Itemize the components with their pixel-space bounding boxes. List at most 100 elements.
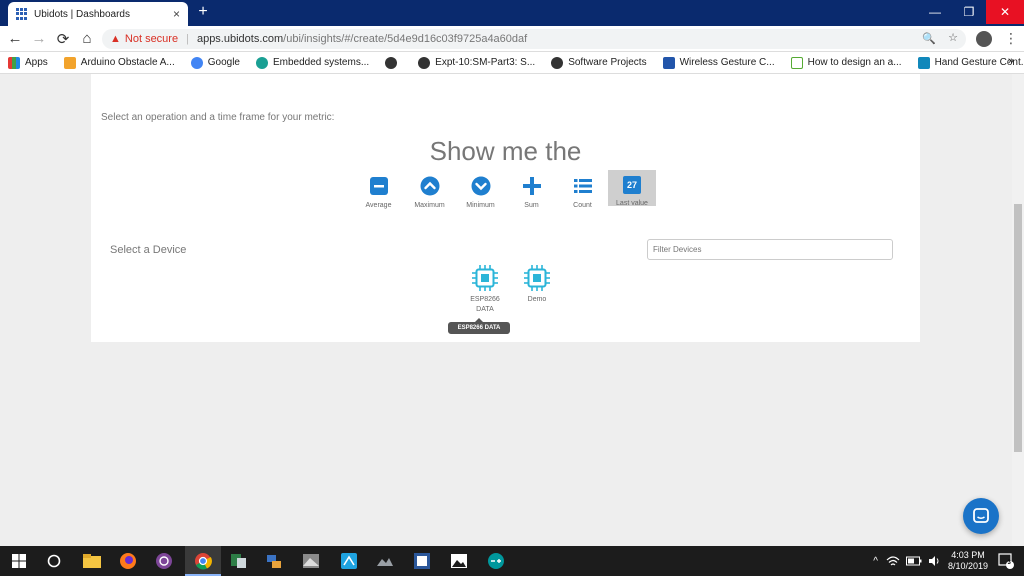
action-center-icon[interactable]: 3: [998, 553, 1014, 569]
page-title: Show me the: [429, 136, 582, 166]
bookmark-favicon-icon: [662, 56, 675, 69]
url-path: /ubi/insights/#/create/5d4e9d16c03f9725a…: [283, 33, 528, 45]
arduino-favicon-icon: [63, 56, 76, 69]
globe-icon: [385, 56, 398, 69]
operation-label: Last value: [616, 200, 648, 207]
last-value-icon: 27: [622, 176, 642, 194]
operation-average[interactable]: Average: [353, 170, 404, 209]
clock-time: 4:03 PM: [951, 550, 985, 560]
bookmark-item[interactable]: Embedded systems...: [256, 56, 370, 69]
home-button[interactable]: ⌂: [78, 30, 96, 47]
os-taskbar: ^ 4:03 PM 8/10/2019 3: [0, 546, 1024, 576]
bookmark-item[interactable]: Google: [190, 56, 240, 69]
operation-minimum[interactable]: Minimum: [455, 170, 506, 209]
forward-button[interactable]: →: [30, 30, 48, 47]
device-esp8266-data[interactable]: ESP8266 DATA: [459, 264, 511, 315]
back-button[interactable]: ←: [6, 30, 24, 47]
google-favicon-icon: [190, 56, 203, 69]
file-explorer-icon[interactable]: [83, 552, 101, 570]
firefox-icon[interactable]: [119, 552, 137, 570]
bookmark-label: Embedded systems...: [273, 57, 370, 68]
chrome-icon[interactable]: [194, 552, 212, 570]
window-controls: — ❐ ✕: [918, 0, 1024, 24]
url-text: apps.ubidots.com/ubi/insights/#/create/5…: [197, 33, 527, 45]
operation-selector: Average Maximum Minimum Sum Count 27 Las…: [353, 170, 656, 209]
tab-close-icon[interactable]: ×: [173, 7, 180, 21]
operation-label: Count: [573, 202, 592, 209]
apps-grid-icon: [8, 56, 20, 69]
url-host: apps.ubidots.com: [196, 33, 284, 45]
bookmark-label: How to design an a...: [807, 57, 902, 68]
operation-last-value[interactable]: 27 Last value: [608, 170, 656, 207]
select-device-label: Select a Device: [110, 244, 187, 256]
bookmarks-more-icon[interactable]: »: [1008, 55, 1014, 67]
restore-button[interactable]: ❐: [952, 0, 986, 24]
security-label[interactable]: Not secure: [125, 33, 178, 45]
filter-devices-input[interactable]: [647, 239, 893, 260]
operation-label: Maximum: [414, 202, 445, 209]
bookmark-item[interactable]: Wireless Gesture C...: [662, 56, 775, 69]
bookmark-item[interactable]: Software Projects: [551, 56, 647, 69]
scrollbar-thumb[interactable]: [1014, 204, 1022, 452]
search-circle-icon[interactable]: [45, 552, 63, 570]
embedded-favicon-icon: [256, 56, 268, 69]
image-app-icon[interactable]: [302, 552, 320, 570]
bookmark-apps[interactable]: Apps: [8, 56, 48, 69]
battery-icon[interactable]: [905, 556, 922, 566]
chat-launcher-button[interactable]: [963, 498, 999, 534]
list-icon: [573, 176, 593, 196]
reload-button[interactable]: ⟳: [54, 30, 72, 48]
bookmark-item[interactable]: [385, 56, 402, 69]
minus-square-icon: [369, 176, 389, 196]
url-separator: |: [186, 33, 189, 45]
word-icon[interactable]: [413, 552, 431, 570]
tray-chevron-icon[interactable]: ^: [873, 556, 878, 567]
browser-menu-icon[interactable]: ⋮: [1004, 30, 1018, 47]
bookmark-item[interactable]: Expt-10:SM-Part3: S...: [418, 56, 535, 69]
tab-title: Ubidots | Dashboards: [34, 8, 130, 20]
bookmark-item[interactable]: How to design an a...: [790, 56, 902, 69]
cloud-app-icon[interactable]: [376, 552, 394, 570]
extension-icon[interactable]: [976, 31, 992, 47]
globe-icon: [551, 56, 564, 69]
close-window-button[interactable]: ✕: [986, 0, 1024, 24]
chip-icon: [524, 265, 550, 291]
tor-browser-icon[interactable]: [155, 552, 173, 570]
windows-start-icon[interactable]: [10, 552, 28, 570]
operation-count[interactable]: Count: [557, 170, 608, 209]
bookmark-star-icon[interactable]: ☆: [948, 31, 958, 44]
network-app-icon[interactable]: [265, 552, 283, 570]
device-list: ESP8266 DATA Demo: [459, 264, 563, 315]
system-tray: ^ 4:03 PM 8/10/2019: [873, 550, 988, 572]
new-tab-button[interactable]: +: [194, 3, 212, 21]
device-label-line2: DATA: [476, 306, 494, 313]
device-label-line1: Demo: [527, 296, 547, 303]
operation-maximum[interactable]: Maximum: [404, 170, 455, 209]
taskbar-clock[interactable]: 4:03 PM 8/10/2019: [948, 550, 988, 572]
address-bar: ← → ⟳ ⌂ ▲ Not secure | apps.ubidots.com/…: [0, 26, 1024, 52]
zoom-icon[interactable]: 🔍: [922, 32, 936, 45]
bookmark-item[interactable]: Arduino Obstacle A...: [63, 56, 175, 69]
device-demo[interactable]: Demo: [511, 264, 563, 315]
instruction-text: Select an operation and a time frame for…: [101, 112, 335, 123]
photos-icon[interactable]: [450, 552, 468, 570]
chevron-up-circle-icon: [420, 176, 440, 196]
globe-icon: [418, 56, 431, 69]
browser-tab[interactable]: Ubidots | Dashboards ×: [8, 2, 188, 26]
snipping-tool-icon[interactable]: [229, 552, 247, 570]
document-favicon-icon: [790, 56, 803, 69]
code-app-icon[interactable]: [340, 552, 358, 570]
last-value-number: 27: [623, 176, 641, 194]
bookmark-label: Software Projects: [568, 57, 647, 68]
device-label-line1: ESP8266: [470, 296, 500, 303]
minimize-button[interactable]: —: [918, 0, 952, 24]
plus-icon: [522, 176, 542, 196]
metric-config-card: Select an operation and a time frame for…: [91, 74, 920, 342]
url-input[interactable]: ▲ Not secure | apps.ubidots.com/ubi/insi…: [102, 29, 966, 49]
operation-label: Sum: [524, 202, 539, 209]
wifi-icon[interactable]: [886, 555, 900, 567]
device-tooltip: ESP8266 DATA: [448, 318, 510, 334]
operation-sum[interactable]: Sum: [506, 170, 557, 209]
arduino-icon[interactable]: [487, 552, 505, 570]
volume-icon[interactable]: [928, 555, 940, 567]
